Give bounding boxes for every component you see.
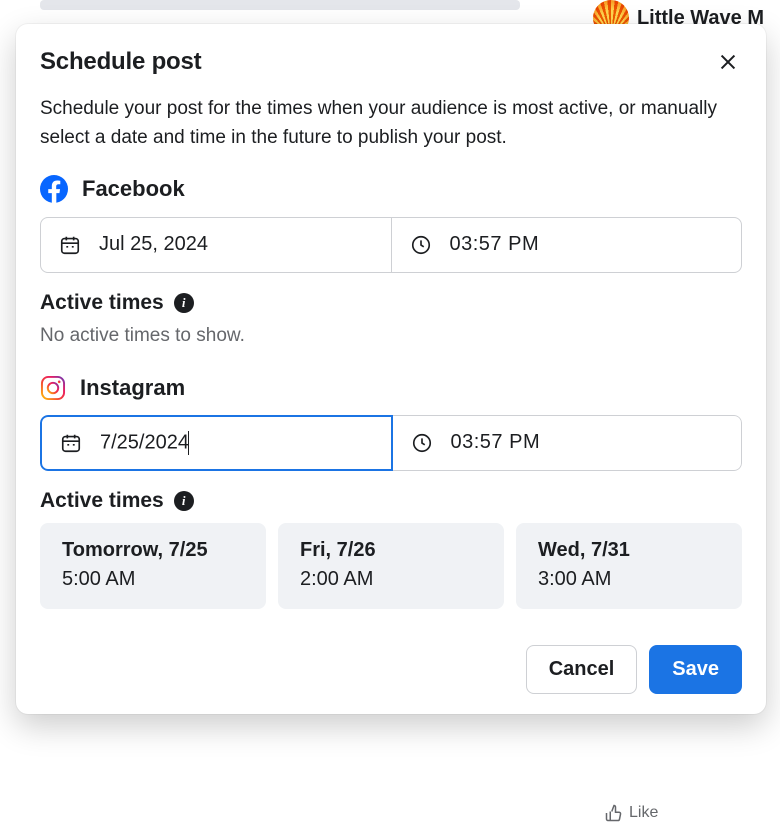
close-button[interactable] (714, 48, 742, 76)
platform-facebook-header: Facebook (40, 175, 742, 203)
info-icon[interactable]: i (174, 491, 194, 511)
instagram-active-times-header: Active times i (40, 489, 742, 513)
schedule-post-modal: Schedule post Schedule your post for the… (16, 24, 766, 714)
facebook-date-value: Jul 25, 2024 (99, 233, 208, 256)
instagram-date-value: 7/25/2024 (100, 431, 189, 455)
active-times-label: Active times (40, 291, 164, 315)
close-icon (717, 51, 739, 73)
info-icon[interactable]: i (174, 293, 194, 313)
modal-header: Schedule post (40, 48, 742, 76)
chip-time: 2:00 AM (300, 568, 482, 591)
active-time-chip[interactable]: Fri, 7/26 2:00 AM (278, 523, 504, 609)
chip-time: 3:00 AM (538, 568, 720, 591)
instagram-time-input[interactable]: 03:57 PM (393, 415, 743, 471)
instagram-time-value: 03:57 PM (451, 431, 541, 454)
facebook-icon (40, 175, 68, 203)
clock-icon (411, 432, 433, 454)
active-time-chip[interactable]: Wed, 7/31 3:00 AM (516, 523, 742, 609)
instagram-date-input[interactable]: 7/25/2024 (40, 415, 393, 471)
chip-time: 5:00 AM (62, 568, 244, 591)
text-caret (188, 431, 189, 455)
bg-placeholder-strip (40, 0, 520, 10)
platform-instagram-header: Instagram (40, 375, 742, 401)
platform-label-instagram: Instagram (80, 375, 185, 401)
active-time-chip[interactable]: Tomorrow, 7/25 5:00 AM (40, 523, 266, 609)
instagram-icon (40, 375, 66, 401)
modal-description: Schedule your post for the times when yo… (40, 94, 742, 153)
modal-footer: Cancel Save (40, 645, 742, 694)
facebook-no-active-times: No active times to show. (40, 325, 742, 347)
like-button-bg: Like (605, 804, 658, 822)
calendar-icon (59, 234, 81, 256)
thumbs-up-icon (605, 804, 623, 822)
chip-day: Tomorrow, 7/25 (62, 539, 244, 562)
facebook-active-times-header: Active times i (40, 291, 742, 315)
instagram-datetime-row: 7/25/2024 03:57 PM (40, 415, 742, 471)
platform-label-facebook: Facebook (82, 176, 185, 202)
facebook-time-value: 03:57 PM (450, 233, 540, 256)
clock-icon (410, 234, 432, 256)
cancel-button[interactable]: Cancel (526, 645, 638, 694)
facebook-time-input[interactable]: 03:57 PM (392, 218, 742, 272)
facebook-datetime-row: Jul 25, 2024 03:57 PM (40, 217, 742, 273)
facebook-date-input[interactable]: Jul 25, 2024 (41, 218, 392, 272)
instagram-suggestions-row: Tomorrow, 7/25 5:00 AM Fri, 7/26 2:00 AM… (40, 523, 742, 609)
like-label: Like (629, 804, 658, 822)
chip-day: Fri, 7/26 (300, 539, 482, 562)
save-button[interactable]: Save (649, 645, 742, 694)
active-times-label: Active times (40, 489, 164, 513)
calendar-icon (60, 432, 82, 454)
modal-title: Schedule post (40, 48, 201, 76)
chip-day: Wed, 7/31 (538, 539, 720, 562)
